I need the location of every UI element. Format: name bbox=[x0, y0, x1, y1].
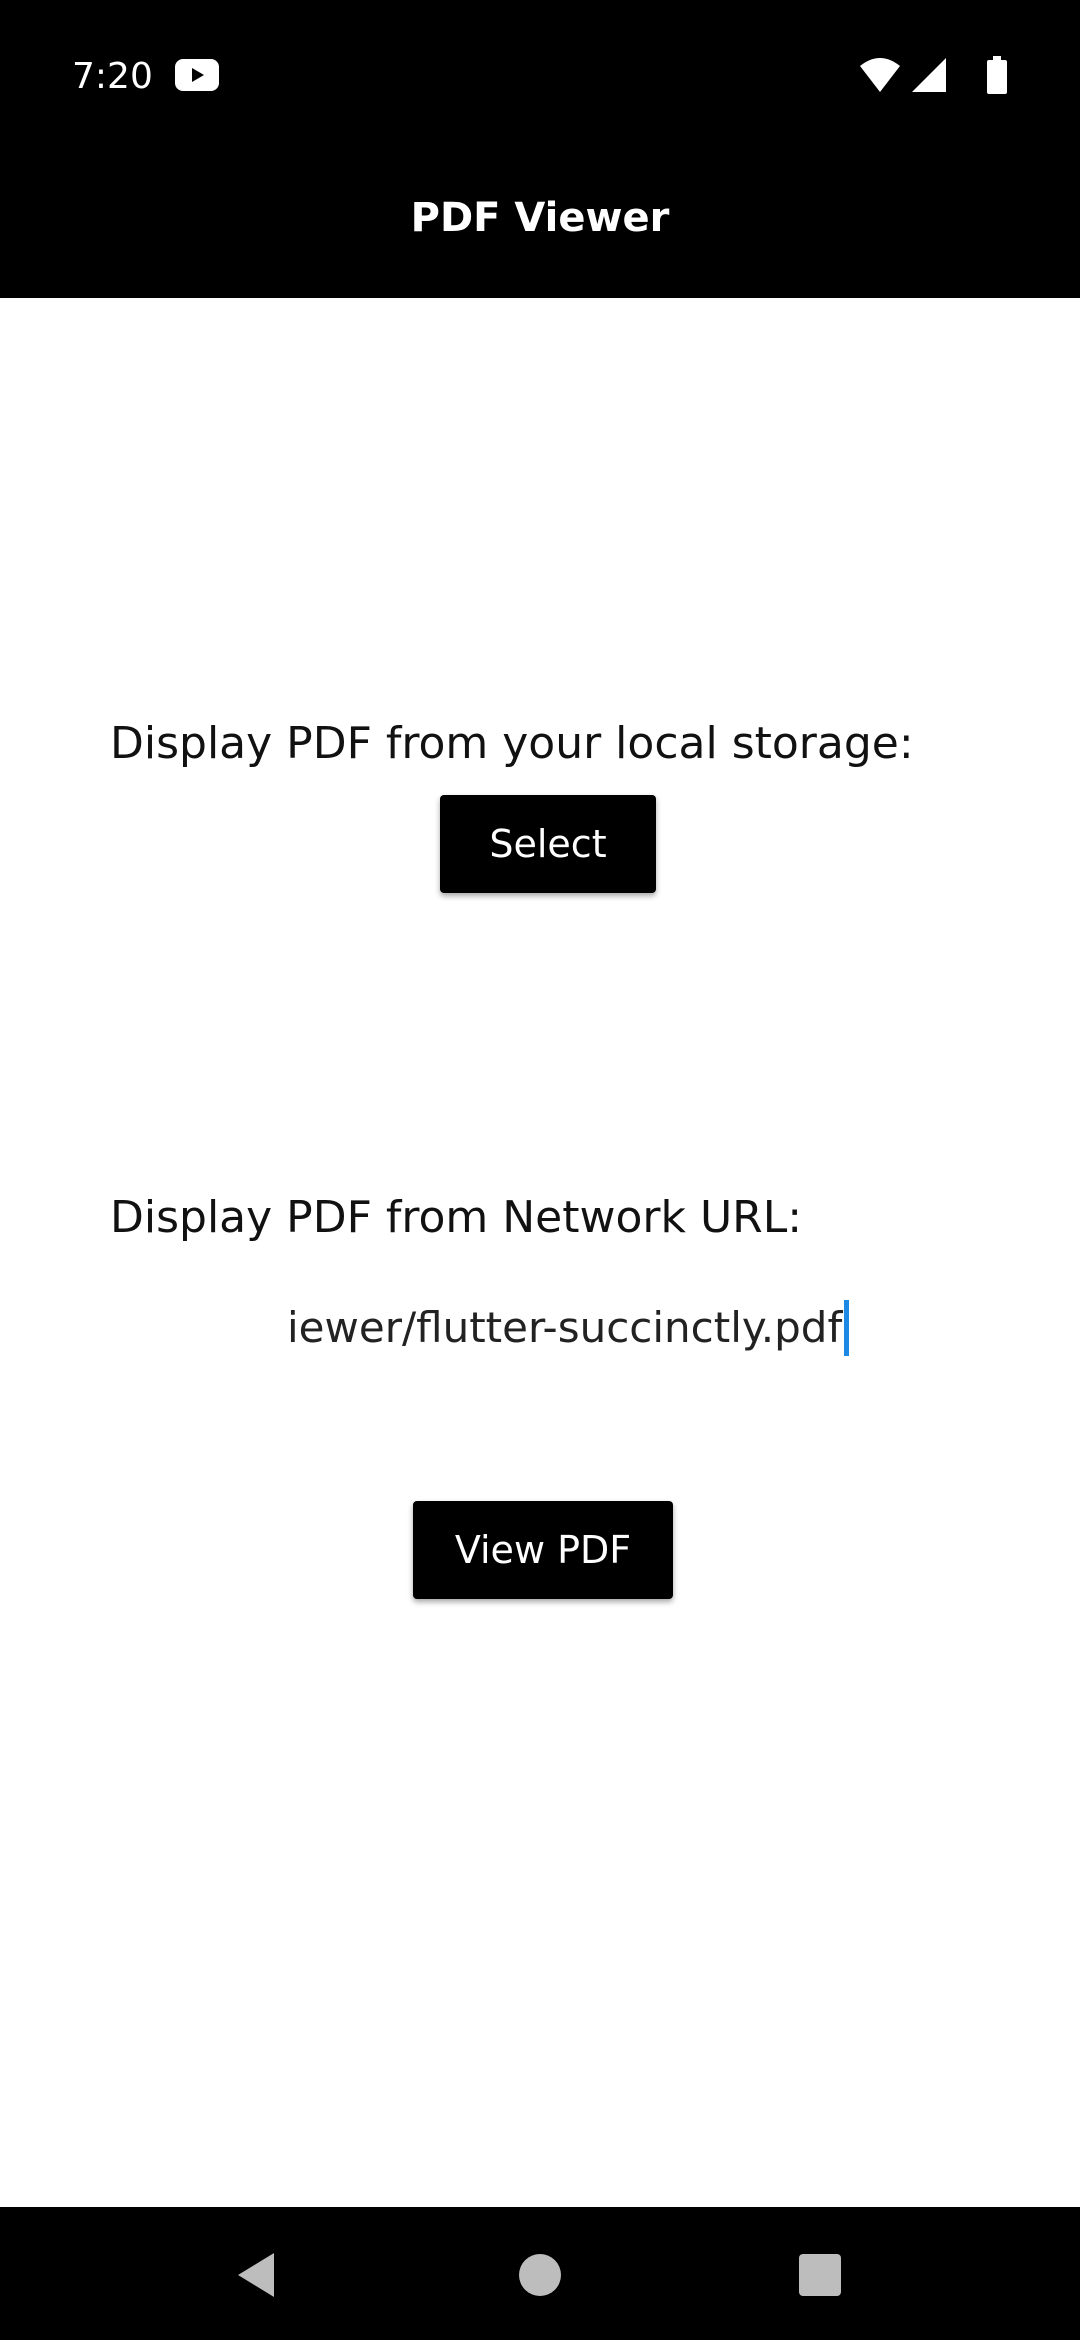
home-icon[interactable] bbox=[510, 2245, 570, 2305]
status-bar: 7:20 bbox=[0, 0, 1080, 140]
page-title: PDF Viewer bbox=[410, 195, 670, 241]
app-bar: PDF Viewer bbox=[0, 140, 1080, 298]
recents-icon[interactable] bbox=[790, 2245, 850, 2305]
status-time: 7:20 bbox=[72, 56, 153, 97]
youtube-icon bbox=[175, 59, 219, 91]
wifi-icon bbox=[860, 58, 900, 92]
url-input[interactable]: iewer/flutter-succinctly.pdf bbox=[110, 1290, 970, 1368]
signal-icon bbox=[912, 58, 946, 92]
local-storage-label: Display PDF from your local storage: bbox=[110, 718, 914, 769]
network-url-label: Display PDF from Network URL: bbox=[110, 1192, 803, 1243]
battery-icon bbox=[987, 56, 1007, 94]
back-icon[interactable] bbox=[226, 2245, 286, 2305]
select-button[interactable]: Select bbox=[440, 795, 656, 893]
url-input-value: iewer/flutter-succinctly.pdf bbox=[287, 1303, 843, 1352]
view-pdf-button[interactable]: View PDF bbox=[413, 1501, 673, 1599]
status-icons bbox=[858, 56, 1008, 96]
text-caret bbox=[844, 1300, 849, 1356]
navigation-bar bbox=[0, 2207, 1080, 2340]
